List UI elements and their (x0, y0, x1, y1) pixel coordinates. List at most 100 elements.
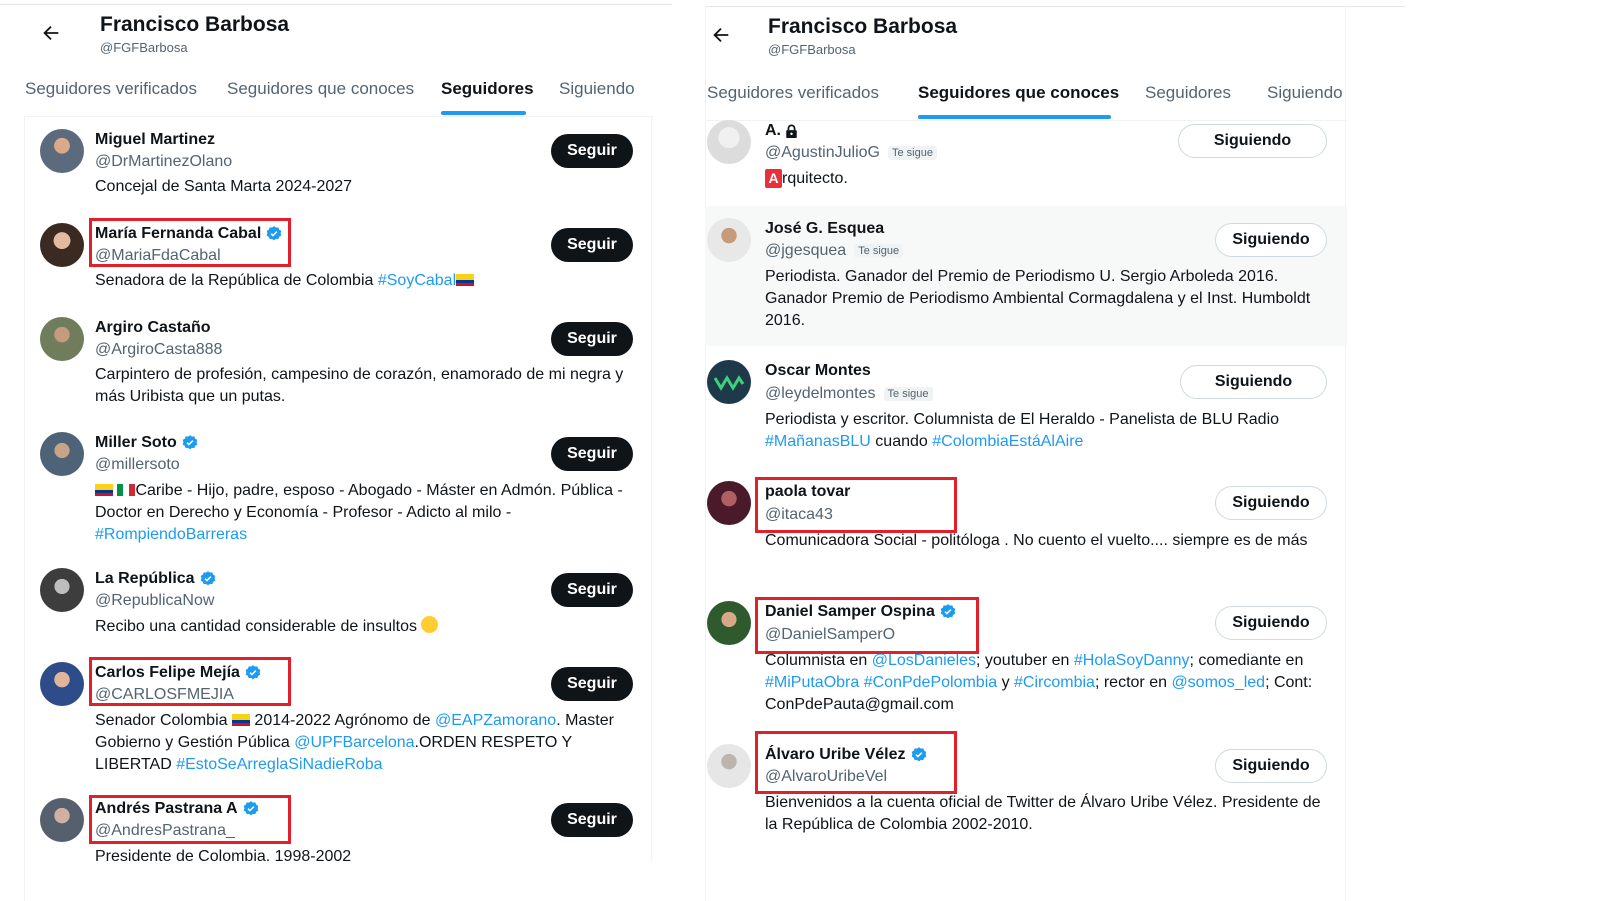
tab-followers-you-know[interactable]: Seguidores que conoces (227, 79, 414, 99)
colombia-flag-icon (456, 274, 475, 286)
user-handle: @DrMartinezOlano (95, 153, 233, 170)
highlight-box (89, 218, 291, 267)
avatar[interactable] (707, 360, 751, 404)
hashtag-link[interactable]: #ConPdePolombia (864, 674, 997, 691)
user-bio: Bienvenidos a la cuenta oficial de Twitt… (765, 794, 1321, 833)
hashtag-link[interactable]: #MiPutaObra (765, 674, 859, 691)
tab-following[interactable]: Siguiendo (559, 79, 635, 99)
verified-badge-icon (200, 571, 215, 586)
hashtag-link[interactable]: #HolaSoyDanny (1074, 652, 1190, 669)
user-name[interactable]: A. (765, 122, 798, 140)
follows-you-badge: Te sigue (854, 244, 904, 258)
user-bio: Periodista. Ganador del Premio de Period… (765, 268, 1311, 329)
tab-following[interactable]: Siguiendo (1267, 83, 1343, 103)
left-screenshot-panel: Francisco Barbosa @FGFBarbosa Seguidores… (0, 0, 672, 901)
column-border-left (705, 6, 706, 901)
hashtag-link[interactable]: #EstoSeArreglaSiNadieRoba (176, 756, 382, 773)
active-tab-indicator (918, 115, 1111, 119)
follows-you-badge: Te sigue (887, 146, 937, 160)
profile-handle: @FGFBarbosa (768, 42, 856, 57)
user-bio: Periodista y escritor. Columnista de El … (765, 411, 1280, 450)
user-handle: @leydelmontes Te sigue (765, 385, 933, 403)
colombia-flag-icon (95, 484, 113, 496)
highlight-box (89, 657, 291, 706)
italy-flag-icon (117, 484, 136, 496)
user-handle: @AgustinJulioG Te sigue (765, 144, 937, 162)
active-tab-indicator (441, 111, 526, 115)
hashtag-link[interactable]: #MañanasBLU (765, 433, 871, 450)
avatar[interactable] (40, 317, 84, 361)
mention-link[interactable]: @somos_led (1171, 674, 1265, 691)
avatar[interactable] (40, 223, 84, 267)
hashtag-link[interactable]: #SoyCabal (378, 272, 456, 289)
verified-badge-icon (182, 435, 198, 450)
tab-verified-followers[interactable]: Seguidores verificados (25, 79, 197, 99)
avatar[interactable] (707, 218, 751, 262)
user-handle: @jgesquea Te sigue (765, 242, 904, 260)
avatar[interactable] (707, 120, 751, 164)
a-letter-box-icon: A (765, 169, 782, 188)
avatar[interactable] (707, 601, 751, 645)
user-name[interactable]: La República (95, 570, 217, 588)
user-name[interactable]: Argiro Castaño (95, 319, 211, 337)
follow-button[interactable]: Seguir (551, 667, 633, 701)
mention-link[interactable]: @LosDanieles (872, 652, 976, 669)
user-name[interactable]: José G. Esquea (765, 220, 884, 238)
user-name[interactable]: Miller Soto (95, 434, 199, 452)
hashtag-link[interactable]: #Circombia (1014, 674, 1095, 691)
user-bio: Caribe - Hijo, padre, esposo - Abogado -… (95, 482, 623, 543)
profile-title: Francisco Barbosa (768, 15, 958, 38)
following-button[interactable]: Siguiendo (1178, 124, 1327, 158)
tab-followers[interactable]: Seguidores (1145, 83, 1231, 103)
user-handle: @RepublicaNow (95, 592, 215, 609)
lock-icon (786, 124, 797, 138)
hashtag-link[interactable]: #ColombiaEstáAlAire (932, 433, 1083, 450)
follow-button[interactable]: Seguir (551, 573, 633, 607)
following-button[interactable]: Siguiendo (1215, 749, 1327, 783)
follow-button[interactable]: Seguir (551, 437, 633, 471)
smile-emoji-icon (421, 616, 439, 633)
avatar[interactable] (40, 662, 84, 706)
user-name[interactable]: Oscar Montes (765, 362, 871, 380)
top-divider (705, 6, 1405, 7)
avatar[interactable] (40, 129, 84, 173)
user-bio: Comunicadora Social - politóloga . No cu… (765, 532, 1308, 549)
tab-verified-followers[interactable]: Seguidores verificados (707, 83, 879, 103)
following-button[interactable]: Siguiendo (1215, 223, 1327, 257)
user-bio: Carpintero de profesión, campesino de co… (95, 366, 624, 405)
right-screenshot-panel: Francisco Barbosa @FGFBarbosa Seguidores… (705, 0, 1405, 901)
avatar[interactable] (40, 798, 84, 842)
hashtag-link[interactable]: #RompiendoBarreras (95, 526, 247, 543)
user-bio: Concejal de Santa Marta 2024-2027 (95, 178, 353, 195)
mention-link[interactable]: @EAPZamorano (435, 712, 556, 729)
user-name[interactable]: Miguel Martinez (95, 131, 215, 149)
following-button[interactable]: Siguiendo (1215, 606, 1327, 640)
following-button[interactable]: Siguiendo (1215, 486, 1327, 520)
avatar[interactable] (707, 481, 751, 525)
user-handle: @ArgiroCasta888 (95, 341, 223, 358)
tab-followers-you-know[interactable]: Seguidores que conoces (918, 83, 1119, 103)
avatar[interactable] (707, 744, 751, 788)
avatar[interactable] (40, 432, 84, 476)
follow-button[interactable]: Seguir (551, 228, 633, 262)
column-border-right (651, 116, 652, 861)
avatar[interactable] (40, 568, 84, 612)
user-handle: @millersoto (95, 456, 180, 473)
follow-button[interactable]: Seguir (551, 134, 633, 168)
highlight-box (755, 731, 957, 794)
user-bio: Arquitecto. (765, 168, 1335, 190)
highlight-box (755, 597, 979, 654)
profile-handle: @FGFBarbosa (100, 40, 188, 55)
follow-button[interactable]: Seguir (551, 803, 633, 837)
follow-button[interactable]: Seguir (551, 322, 633, 356)
user-bio: Presidente de Colombia. 1998-2002 (95, 848, 352, 865)
ley-del-montes-logo-icon (713, 375, 745, 391)
tab-followers[interactable]: Seguidores (441, 79, 534, 99)
back-arrow-icon[interactable] (40, 22, 62, 44)
following-button[interactable]: Siguiendo (1180, 365, 1327, 399)
colombia-flag-icon (231, 714, 250, 726)
column-border-left (24, 116, 25, 901)
mention-link[interactable]: @UPFBarcelona (294, 734, 414, 751)
back-arrow-icon[interactable] (710, 24, 732, 46)
top-divider (0, 4, 672, 5)
